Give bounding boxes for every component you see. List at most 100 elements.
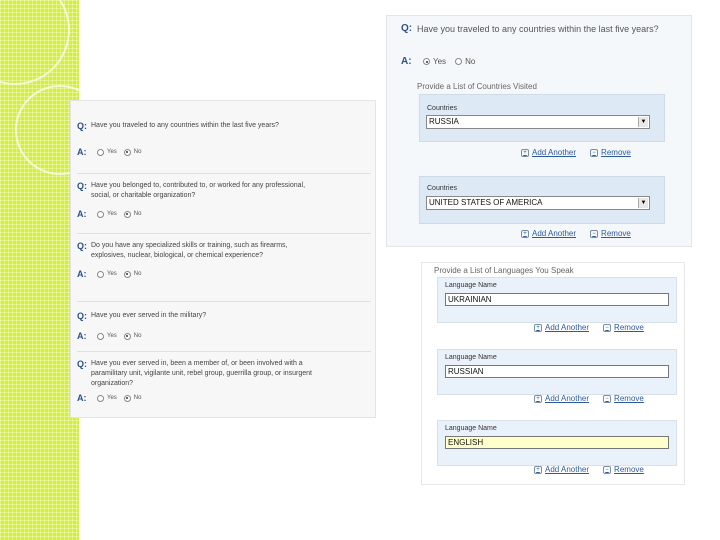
add-another-label: Add Another <box>532 148 577 157</box>
languages-panel: Provide a List of Languages You Speak La… <box>421 262 685 485</box>
language-input-value: RUSSIAN <box>448 367 484 376</box>
question-block: Q: Have you belonged to, contributed to,… <box>77 181 373 219</box>
radio-no[interactable] <box>123 394 131 402</box>
chevron-down-icon[interactable]: ▼ <box>638 117 648 127</box>
remove-link[interactable]: − Remove <box>603 323 644 332</box>
remove-icon: − <box>590 148 599 157</box>
decorative-ring <box>0 0 70 85</box>
radio-yes[interactable] <box>97 148 104 156</box>
question-text: Have you traveled to any countries withi… <box>417 24 659 34</box>
country-select[interactable]: UNITED STATES OF AMERICA ▼ <box>426 196 650 210</box>
radio-no[interactable] <box>123 332 131 340</box>
language-entry-actions: + Add Another − Remove <box>534 394 644 403</box>
question-text: Have you ever served in the military? <box>91 312 207 319</box>
language-input-value: UKRAINIAN <box>448 295 492 304</box>
radio-no-label: No <box>133 271 142 277</box>
country-entry: Countries UNITED STATES OF AMERICA ▼ <box>419 176 665 224</box>
divider <box>77 351 371 352</box>
question-block: Q: Do you have any specialized skills or… <box>77 241 373 279</box>
question-label: Q: <box>77 181 87 191</box>
radio-yes-label: Yes <box>107 211 117 217</box>
remove-label: Remove <box>601 229 631 238</box>
divider <box>77 173 371 174</box>
questionnaire-panel: Q: Have you traveled to any countries wi… <box>70 100 376 418</box>
remove-label: Remove <box>614 323 644 332</box>
countries-answer: A: Yes No <box>401 56 475 67</box>
question-block: Q: Have you traveled to any countries wi… <box>77 121 373 157</box>
add-another-link[interactable]: + Add Another <box>521 148 576 157</box>
add-another-label: Add Another <box>545 394 590 403</box>
countries-question: Q: Have you traveled to any countries wi… <box>401 23 661 35</box>
radio-no-label: No <box>133 333 142 339</box>
radio-yes[interactable] <box>423 58 430 65</box>
add-icon: + <box>534 394 542 403</box>
remove-link[interactable]: − Remove <box>603 394 644 403</box>
remove-icon: − <box>590 229 599 238</box>
answer-label: A: <box>77 147 87 157</box>
question-label: Q: <box>401 23 413 34</box>
countries-subhead: Provide a List of Countries Visited <box>417 82 537 91</box>
country-entry-actions: + Add Another − Remove <box>521 229 631 238</box>
radio-yes-label: Yes <box>107 271 117 277</box>
country-field-label: Countries <box>427 185 457 192</box>
answer-label: A: <box>77 393 87 403</box>
language-entry: Language Name ENGLISH <box>437 420 677 466</box>
radio-no[interactable] <box>123 210 131 218</box>
question-text: Have you traveled to any countries withi… <box>91 122 279 129</box>
radio-yes[interactable] <box>97 270 104 278</box>
question-text: Have you ever served in, been a member o… <box>91 360 313 387</box>
divider <box>77 233 371 234</box>
language-input[interactable]: UKRAINIAN <box>445 293 669 306</box>
remove-label: Remove <box>614 394 644 403</box>
radio-yes[interactable] <box>97 394 104 402</box>
language-field-label: Language Name <box>445 282 497 289</box>
radio-no-label: No <box>133 395 142 401</box>
remove-icon: − <box>603 323 612 332</box>
decorative-side-strip <box>0 0 79 540</box>
language-input[interactable]: RUSSIAN <box>445 365 669 378</box>
radio-no-label: No <box>133 149 142 155</box>
radio-no-label: No <box>133 211 142 217</box>
answer-label: A: <box>77 269 87 279</box>
question-label: Q: <box>77 311 87 321</box>
radio-no[interactable] <box>455 58 463 65</box>
remove-icon: − <box>603 394 612 403</box>
radio-yes-label: Yes <box>107 149 117 155</box>
remove-link[interactable]: − Remove <box>603 465 644 474</box>
languages-subhead: Provide a List of Languages You Speak <box>434 266 574 275</box>
answer-label: A: <box>401 56 412 67</box>
question-label: Q: <box>77 359 87 369</box>
radio-yes-label: Yes <box>107 333 117 339</box>
add-another-link[interactable]: + Add Another <box>534 323 589 332</box>
radio-yes[interactable] <box>97 332 104 340</box>
add-icon: + <box>534 465 542 474</box>
radio-yes-label: Yes <box>433 57 447 66</box>
country-select[interactable]: RUSSIA ▼ <box>426 115 650 129</box>
remove-link[interactable]: − Remove <box>590 148 631 157</box>
radio-yes[interactable] <box>97 210 104 218</box>
remove-link[interactable]: − Remove <box>590 229 631 238</box>
language-input[interactable]: ENGLISH <box>445 436 669 449</box>
remove-icon: − <box>603 465 612 474</box>
add-another-link[interactable]: + Add Another <box>534 394 589 403</box>
answer-label: A: <box>77 331 87 341</box>
add-another-link[interactable]: + Add Another <box>521 229 576 238</box>
divider <box>77 301 371 302</box>
add-another-link[interactable]: + Add Another <box>534 465 589 474</box>
country-select-value: UNITED STATES OF AMERICA <box>429 198 543 207</box>
radio-no[interactable] <box>123 270 131 278</box>
radio-no-label: No <box>465 57 476 66</box>
chevron-down-icon[interactable]: ▼ <box>638 198 648 208</box>
question-label: Q: <box>77 241 87 251</box>
question-text: Have you belonged to, contributed to, or… <box>91 182 306 199</box>
answer-label: A: <box>77 209 87 219</box>
question-text: Do you have any specialized skills or tr… <box>91 242 288 259</box>
language-entry: Language Name UKRAINIAN <box>437 277 677 323</box>
add-icon: + <box>534 323 542 332</box>
add-another-label: Add Another <box>545 323 590 332</box>
radio-yes-label: Yes <box>107 395 117 401</box>
radio-no[interactable] <box>123 148 131 156</box>
remove-label: Remove <box>614 465 644 474</box>
language-entry: Language Name RUSSIAN <box>437 349 677 395</box>
language-input-value: ENGLISH <box>448 438 484 447</box>
